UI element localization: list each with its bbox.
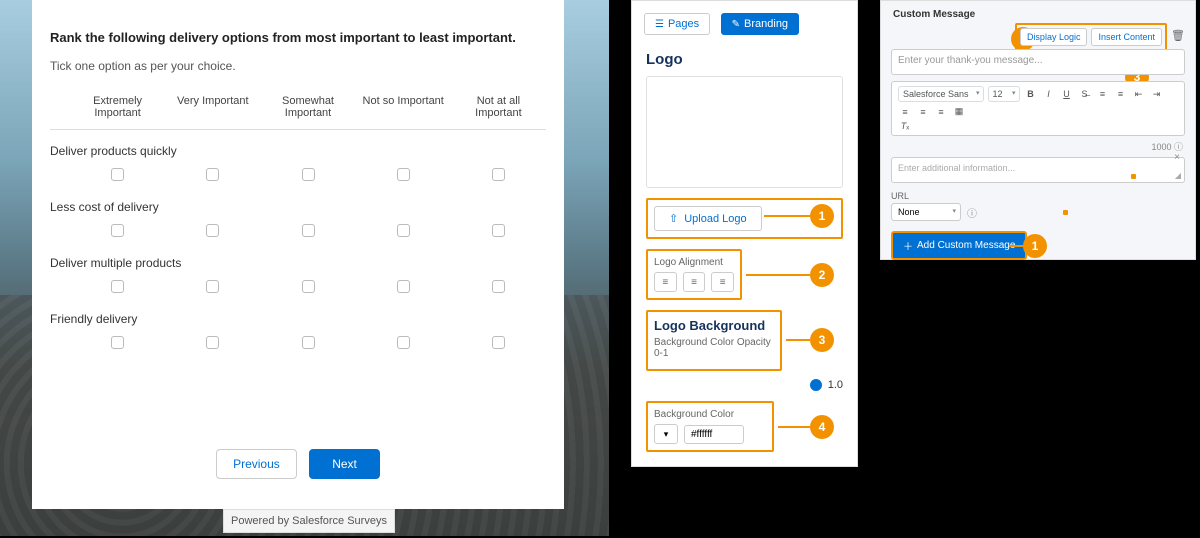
thank-you-textarea[interactable]: Enter your thank-you message... xyxy=(891,49,1185,75)
rating-header-row: Extremely Important Very Important Somew… xyxy=(50,95,546,119)
question-title: Rank the following delivery options from… xyxy=(50,30,546,45)
header-very-important: Very Important xyxy=(165,95,260,119)
clear-format-icon[interactable]: Tₓ xyxy=(898,121,912,131)
checkbox[interactable] xyxy=(111,168,124,181)
bg-color-input[interactable] xyxy=(684,425,744,444)
logo-alignment-label: Logo Alignment xyxy=(654,257,734,268)
checkbox[interactable] xyxy=(206,280,219,293)
checkbox[interactable] xyxy=(206,168,219,181)
resize-grip-icon[interactable]: ◢ xyxy=(1175,171,1181,180)
checkbox[interactable] xyxy=(111,280,124,293)
opacity-value: 1.0 xyxy=(828,379,843,391)
tab-pages-label: Pages xyxy=(668,18,699,30)
close-additional-info-icon[interactable]: × xyxy=(1174,152,1180,163)
checkbox[interactable] xyxy=(492,336,505,349)
strike-icon[interactable]: S̶ xyxy=(1078,89,1092,99)
align-left-icon[interactable]: ≡ xyxy=(898,107,912,117)
checkbox[interactable] xyxy=(302,168,315,181)
powered-by-label: Powered by Salesforce Surveys xyxy=(223,509,395,533)
row-label-2: Less cost of delivery xyxy=(50,200,546,214)
callout-1: 1 xyxy=(810,204,834,228)
row-label-3: Deliver multiple products xyxy=(50,256,546,270)
checkbox[interactable] xyxy=(397,168,410,181)
list-ul-icon[interactable]: ≡ xyxy=(1114,89,1128,99)
previous-button[interactable]: Previous xyxy=(216,449,297,479)
align-right-icon[interactable]: ≡ xyxy=(934,107,948,117)
align-center-icon[interactable]: ≡ xyxy=(916,107,930,117)
brush-icon: ✎ xyxy=(732,19,740,30)
add-custom-message-label: Add Custom Message xyxy=(917,240,1015,251)
upload-icon: ⇧ xyxy=(669,212,678,225)
callout-2: 2 xyxy=(810,263,834,287)
checkbox[interactable] xyxy=(111,224,124,237)
opacity-label: Background Color Opacity 0-1 xyxy=(654,337,774,359)
italic-icon[interactable]: I xyxy=(1042,89,1056,99)
header-not-so-important: Not so Important xyxy=(356,95,451,119)
list-ol-icon[interactable]: ≡ xyxy=(1096,89,1110,99)
additional-info-textarea[interactable]: Enter additional information... × ◢ xyxy=(891,157,1185,183)
url-select[interactable]: None xyxy=(891,203,961,221)
checkbox[interactable] xyxy=(397,224,410,237)
insert-content-button[interactable]: Insert Content xyxy=(1091,28,1162,46)
font-select[interactable]: Salesforce Sans xyxy=(898,86,984,102)
tab-pages[interactable]: ☰ Pages xyxy=(644,13,710,35)
bold-icon[interactable]: B xyxy=(1024,89,1038,99)
tab-branding[interactable]: ✎ Branding xyxy=(721,13,799,35)
delete-icon[interactable]: 🗑 xyxy=(1171,29,1185,42)
checkbox[interactable] xyxy=(206,336,219,349)
char-count: 1000 ⓘ xyxy=(891,136,1185,157)
checkbox[interactable] xyxy=(206,224,219,237)
custom-message-panel: Custom Message 2 Display Logic Insert Co… xyxy=(880,0,1196,260)
header-somewhat-important: Somewhat Important xyxy=(260,95,355,119)
callout-3: 3 xyxy=(810,328,834,352)
align-center-button[interactable]: ≡ xyxy=(683,272,706,292)
checkbox[interactable] xyxy=(492,168,505,181)
display-logic-button[interactable]: Display Logic xyxy=(1020,28,1088,46)
font-size-select[interactable]: 12 xyxy=(988,86,1020,102)
align-left-button[interactable]: ≡ xyxy=(654,272,677,292)
logo-heading: Logo xyxy=(632,45,857,76)
header-not-at-all-important: Not at all Important xyxy=(451,95,546,119)
opacity-slider[interactable] xyxy=(810,379,822,391)
header-extremely-important: Extremely Important xyxy=(70,95,165,119)
checkbox[interactable] xyxy=(302,224,315,237)
tab-branding-label: Branding xyxy=(744,18,788,30)
checkbox[interactable] xyxy=(492,224,505,237)
next-button[interactable]: Next xyxy=(309,449,380,479)
upload-logo-button[interactable]: ⇧ Upload Logo xyxy=(654,206,762,231)
question-instruction: Tick one option as per your choice. xyxy=(50,59,546,73)
list-icon: ☰ xyxy=(655,19,664,30)
callout-p3-1: 1 xyxy=(1023,234,1047,258)
indent-icon[interactable]: ⇥ xyxy=(1150,89,1164,100)
branding-panel: ☰ Pages ✎ Branding Logo ⇧ Upload Logo 1 … xyxy=(631,0,858,467)
logo-preview xyxy=(646,76,843,188)
color-swatch-button[interactable]: ▾ xyxy=(654,424,678,444)
survey-panel: ➤ Rank the following delivery options fr… xyxy=(0,0,609,536)
checkbox[interactable] xyxy=(492,280,505,293)
checkbox[interactable] xyxy=(397,336,410,349)
image-icon[interactable]: ▦ xyxy=(952,106,966,117)
add-custom-message-button[interactable]: ＋ Add Custom Message xyxy=(891,231,1027,260)
bg-color-label: Background Color xyxy=(654,409,766,420)
survey-card: Rank the following delivery options from… xyxy=(32,0,564,509)
row-label-1: Deliver products quickly xyxy=(50,144,546,158)
checkbox[interactable] xyxy=(111,336,124,349)
callout-4: 4 xyxy=(810,415,834,439)
checkbox[interactable] xyxy=(397,280,410,293)
checkbox[interactable] xyxy=(302,280,315,293)
rich-text-toolbar: Salesforce Sans 12 B I U S̶ ≡ ≡ ⇤ ⇥ ≡ ≡ … xyxy=(891,81,1185,136)
checkbox[interactable] xyxy=(302,336,315,349)
align-right-button[interactable]: ≡ xyxy=(711,272,734,292)
logo-background-title: Logo Background xyxy=(654,318,774,333)
outdent-icon[interactable]: ⇤ xyxy=(1132,89,1146,100)
row-label-4: Friendly delivery xyxy=(50,312,546,326)
info-icon[interactable]: ⓘ xyxy=(967,205,977,220)
upload-logo-label: Upload Logo xyxy=(684,213,746,225)
underline-icon[interactable]: U xyxy=(1060,89,1074,99)
url-label: URL xyxy=(891,191,1185,201)
plus-icon: ＋ xyxy=(903,238,913,253)
